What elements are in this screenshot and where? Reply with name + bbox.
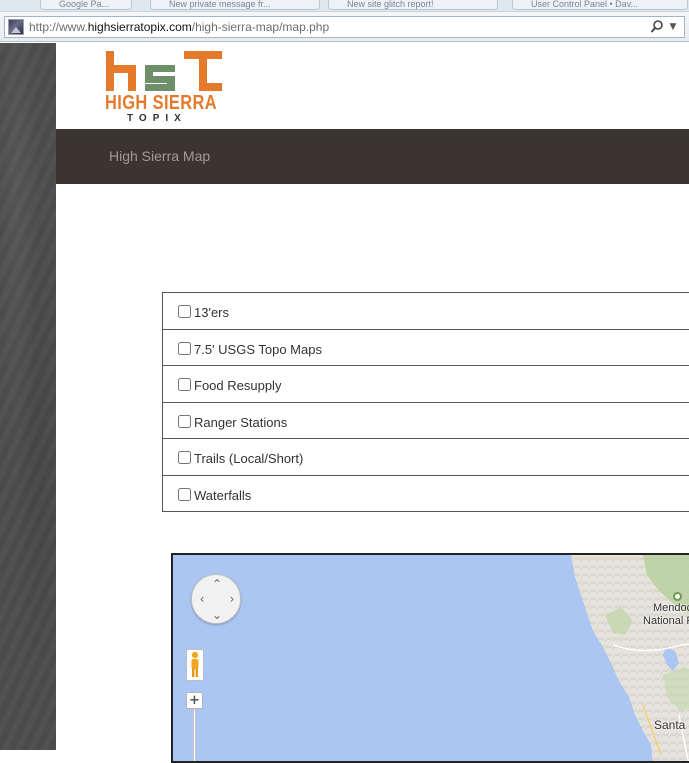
search-icon[interactable] xyxy=(650,19,664,35)
browser-tab[interactable]: New private message fr... xyxy=(150,0,320,10)
browser-tab[interactable]: New site glitch report! xyxy=(328,0,498,10)
map-canvas[interactable]: Mendoci National F Santa ⌃ ⌄ ‹ › + xyxy=(171,553,689,763)
url-field[interactable]: http://www.highsierratopix.com/high-sier… xyxy=(4,16,685,38)
street-view-pegman[interactable] xyxy=(186,649,204,681)
layer-row-food-resupply[interactable]: Food Resupply xyxy=(163,366,689,403)
layer-row-waterfalls[interactable]: Waterfalls xyxy=(163,476,689,513)
nav-item-high-sierra-map[interactable]: High Sierra Map xyxy=(109,148,210,164)
zoom-slider-track[interactable] xyxy=(193,709,196,761)
map-poi-icon[interactable] xyxy=(673,592,682,601)
layer-checkbox-ranger-stations[interactable] xyxy=(178,414,191,428)
layer-checkbox-usgs-topo-maps[interactable] xyxy=(178,341,191,355)
layer-label: Trails (Local/Short) xyxy=(194,451,304,467)
layer-checkbox-13ers[interactable] xyxy=(178,305,191,318)
layer-checkbox-trails-local-short[interactable] xyxy=(178,451,191,465)
layer-checkbox-waterfalls[interactable] xyxy=(178,487,191,501)
logo-subtitle: TOPIX xyxy=(127,113,187,124)
browser-tab-strip: Google Pa... New private message fr... N… xyxy=(0,0,689,12)
layer-label: Food Resupply xyxy=(194,378,282,394)
url-scheme: http://www. xyxy=(29,20,88,34)
hst-logo-mark-icon xyxy=(106,51,222,91)
layer-label: 13'ers xyxy=(194,305,230,320)
browser-tab[interactable]: Google Pa... xyxy=(40,0,132,10)
map-label-santa: Santa xyxy=(654,718,686,732)
layer-label: 7.5' USGS Topo Maps xyxy=(194,341,322,357)
chevron-down-icon[interactable]: ▼ xyxy=(668,19,678,35)
site-nav-bar: High Sierra Map xyxy=(56,129,689,184)
zoom-in-button[interactable]: + xyxy=(186,692,203,709)
pegman-icon xyxy=(191,651,199,677)
layer-label: Ranger Stations xyxy=(194,414,288,430)
layer-label: Waterfalls xyxy=(194,487,252,503)
map-label-national-forest: National F xyxy=(643,615,689,627)
pan-up-icon[interactable]: ⌃ xyxy=(210,578,224,592)
layer-row-usgs-topo-maps[interactable]: 7.5' USGS Topo Maps xyxy=(163,330,689,367)
map-pan-control[interactable]: ⌃ ⌄ ‹ › xyxy=(191,574,241,624)
site-favicon-icon xyxy=(8,19,24,35)
url-path: /high-sierra-map/map.php xyxy=(191,20,330,34)
layer-row-ranger-stations[interactable]: Ranger Stations xyxy=(163,403,689,440)
layer-row-13ers[interactable]: 13'ers xyxy=(163,293,689,330)
browser-address-bar: http://www.highsierratopix.com/high-sier… xyxy=(0,12,689,42)
logo-title: HIGH SIERRA xyxy=(105,92,218,114)
layer-row-trails-local-short[interactable]: Trails (Local/Short) xyxy=(163,439,689,476)
site-logo[interactable]: HIGH SIERRA TOPIX xyxy=(105,49,225,125)
pan-left-icon[interactable]: ‹ xyxy=(195,593,209,607)
map-label-mendocino: Mendoci xyxy=(653,602,689,614)
map-layer-list: 13'ers 7.5' USGS Topo Maps Food Resupply… xyxy=(162,292,689,512)
page-left-background xyxy=(0,43,56,750)
browser-tab[interactable]: User Control Panel • Dav... xyxy=(512,0,688,10)
url-text[interactable]: http://www.highsierratopix.com/high-sier… xyxy=(29,20,329,34)
pan-down-icon[interactable]: ⌄ xyxy=(210,609,224,623)
site-header: HIGH SIERRA TOPIX xyxy=(56,43,689,129)
layer-checkbox-food-resupply[interactable] xyxy=(178,378,191,392)
pan-right-icon[interactable]: › xyxy=(225,593,239,607)
url-host: highsierratopix.com xyxy=(87,20,192,34)
map-terrain xyxy=(571,555,689,761)
